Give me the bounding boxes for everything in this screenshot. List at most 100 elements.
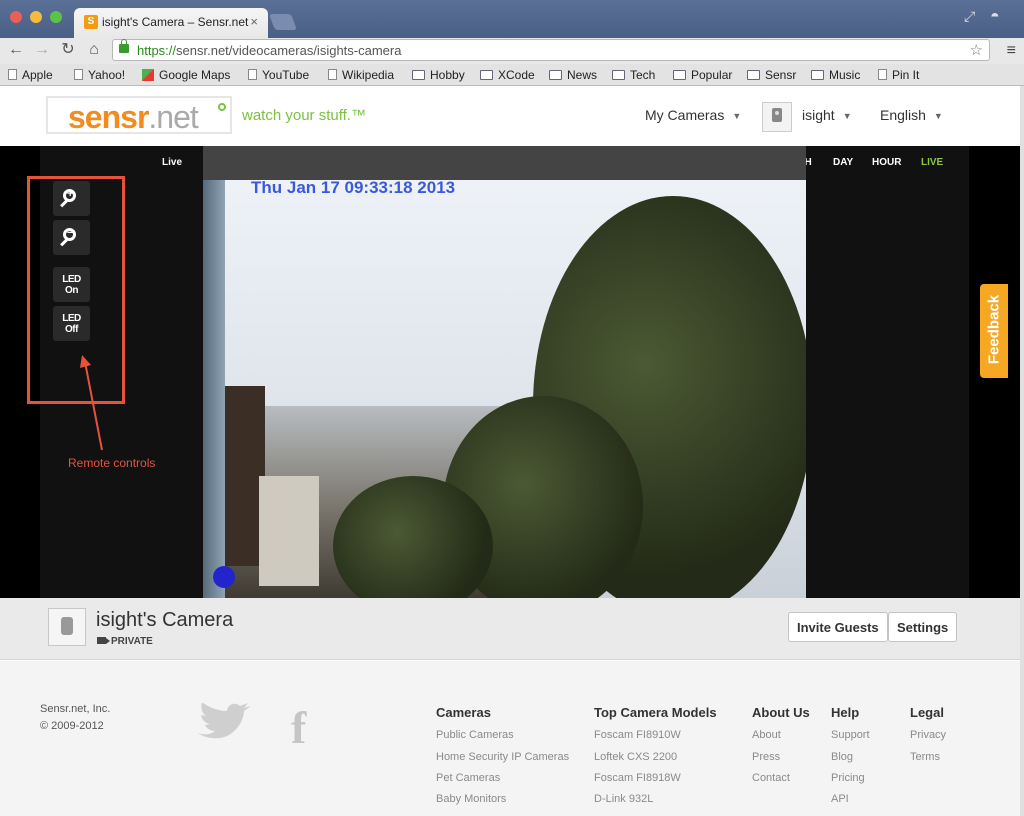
back-arrow-icon[interactable]: ← bbox=[6, 40, 26, 60]
footer-link[interactable]: Loftek CXS 2200 bbox=[594, 751, 677, 763]
my-cameras-menu[interactable]: My Cameras ▼ bbox=[645, 107, 741, 123]
live-indicator: Live bbox=[162, 157, 183, 168]
facebook-icon[interactable]: f bbox=[291, 701, 306, 754]
page-icon bbox=[878, 69, 887, 80]
reload-icon[interactable]: ↻ bbox=[58, 40, 78, 60]
invite-guests-button[interactable]: Invite Guests bbox=[788, 612, 888, 642]
logo-text: sensr.net bbox=[68, 99, 199, 135]
language-menu[interactable]: English ▼ bbox=[880, 107, 943, 123]
google-maps-icon bbox=[142, 69, 154, 81]
url-path: sensr.net/videocameras/isights-camera bbox=[176, 43, 402, 58]
feedback-label: Feedback bbox=[985, 294, 1003, 365]
footer-heading-legal: Legal bbox=[910, 705, 944, 720]
page-icon bbox=[8, 69, 17, 80]
webcam-icon bbox=[61, 617, 73, 635]
settings-button[interactable]: Settings bbox=[888, 612, 958, 642]
bookmark-folder-tech[interactable]: Tech bbox=[612, 68, 655, 82]
close-tab-icon[interactable]: × bbox=[250, 14, 258, 29]
range-live[interactable]: LIVE bbox=[921, 157, 943, 168]
sensr-logo[interactable]: sensr.net bbox=[46, 96, 232, 135]
footer-link[interactable]: Press bbox=[752, 751, 780, 763]
bookmark-google-maps[interactable]: Google Maps bbox=[142, 68, 230, 82]
feedback-tab[interactable]: Feedback bbox=[980, 284, 1008, 378]
browser-titlebar: S isight's Camera – Sensr.net × ⤢ ◓ bbox=[0, 0, 1024, 38]
site-header: sensr.net watch your stuff.™ My Cameras ▼… bbox=[0, 86, 1020, 146]
status-dot bbox=[213, 566, 235, 588]
logo-ring-icon bbox=[218, 103, 226, 111]
range-day[interactable]: DAY bbox=[833, 157, 853, 168]
footer-link[interactable]: Foscam FI8918W bbox=[594, 772, 681, 784]
incognito-icon: ◓ bbox=[990, 8, 1000, 25]
tab-title: isight's Camera – Sensr.net bbox=[102, 15, 249, 29]
minimize-window-button[interactable] bbox=[30, 11, 42, 23]
browser-tab[interactable]: S isight's Camera – Sensr.net × bbox=[74, 8, 268, 38]
right-panel bbox=[806, 146, 969, 598]
bookmark-folder-xcode[interactable]: XCode bbox=[480, 68, 535, 82]
bookmark-folder-sensr[interactable]: Sensr bbox=[747, 68, 796, 82]
page-icon bbox=[248, 69, 257, 80]
folder-icon bbox=[549, 70, 562, 80]
site-footer: Sensr.net, Inc. © 2009-2012 f Cameras Pu… bbox=[0, 661, 1020, 816]
url-scheme: https:// bbox=[137, 43, 177, 58]
annotation-box bbox=[27, 176, 125, 404]
footer-link[interactable]: Baby Monitors bbox=[436, 793, 506, 805]
forward-arrow-icon[interactable]: → bbox=[32, 40, 52, 60]
page-icon bbox=[328, 69, 337, 80]
annotation-label: Remote controls bbox=[68, 456, 156, 470]
bookmark-folder-popular[interactable]: Popular bbox=[673, 68, 732, 82]
camera-viewer: Live MONTH DAY HOUR LIVE Thu Jan 17 09:3… bbox=[0, 146, 1020, 598]
page-icon bbox=[74, 69, 83, 80]
footer-link[interactable]: About bbox=[752, 729, 781, 741]
footer-link[interactable]: Public Cameras bbox=[436, 729, 514, 741]
bookmark-pin-it[interactable]: Pin It bbox=[878, 68, 919, 82]
bookmark-folder-music[interactable]: Music bbox=[811, 68, 860, 82]
live-video-frame[interactable]: Thu Jan 17 09:33:18 2013 bbox=[203, 146, 806, 598]
footer-link[interactable]: Privacy bbox=[910, 729, 946, 741]
footer-link[interactable]: API bbox=[831, 793, 849, 805]
tagline: watch your stuff.™ bbox=[242, 107, 366, 124]
caret-down-icon: ▼ bbox=[732, 111, 742, 121]
avatar[interactable] bbox=[762, 102, 792, 132]
company-name: Sensr.net, Inc. bbox=[40, 703, 111, 715]
footer-heading-top-models: Top Camera Models bbox=[594, 705, 717, 720]
bookmark-folder-hobby[interactable]: Hobby bbox=[412, 68, 465, 82]
fullscreen-icon[interactable]: ⤢ bbox=[964, 8, 975, 25]
caret-down-icon: ▼ bbox=[933, 111, 943, 121]
home-icon[interactable]: ⌂ bbox=[84, 40, 104, 60]
close-window-button[interactable] bbox=[10, 11, 22, 23]
range-hour[interactable]: HOUR bbox=[872, 157, 901, 168]
footer-link[interactable]: Pricing bbox=[831, 772, 865, 784]
sensr-favicon-icon: S bbox=[84, 15, 98, 29]
bookmark-star-icon[interactable]: ☆ bbox=[970, 41, 983, 59]
folder-icon bbox=[612, 70, 625, 80]
bookmark-folder-news[interactable]: News bbox=[549, 68, 597, 82]
footer-heading-cameras: Cameras bbox=[436, 705, 491, 720]
address-bar[interactable]: https://sensr.net/videocameras/isights-c… bbox=[112, 39, 990, 61]
footer-link[interactable]: Blog bbox=[831, 751, 853, 763]
folder-icon bbox=[811, 70, 824, 80]
footer-link[interactable]: Pet Cameras bbox=[436, 772, 500, 784]
browser-toolbar: ← → ↻ ⌂ https://sensr.net/videocameras/i… bbox=[0, 38, 1024, 64]
footer-heading-about: About Us bbox=[752, 705, 810, 720]
footer-link[interactable]: Foscam FI8910W bbox=[594, 729, 681, 741]
folder-icon bbox=[673, 70, 686, 80]
bookmark-yahoo[interactable]: Yahoo! bbox=[74, 68, 125, 82]
browser-menu-icon[interactable]: ≡ bbox=[1007, 42, 1016, 60]
footer-link[interactable]: Contact bbox=[752, 772, 790, 784]
bookmark-youtube[interactable]: YouTube bbox=[248, 68, 309, 82]
footer-link[interactable]: D-Link 932L bbox=[594, 793, 653, 805]
bookmark-apple[interactable]: Apple bbox=[8, 68, 53, 82]
twitter-icon[interactable] bbox=[196, 703, 254, 745]
footer-link[interactable]: Terms bbox=[910, 751, 940, 763]
page-scrollbar[interactable] bbox=[1020, 86, 1024, 816]
folder-icon bbox=[412, 70, 425, 80]
user-menu[interactable]: isight ▼ bbox=[802, 107, 852, 123]
footer-link[interactable]: Home Security IP Cameras bbox=[436, 751, 569, 763]
folder-icon bbox=[480, 70, 493, 80]
bookmarks-bar: Apple Yahoo! Google Maps YouTube Wikiped… bbox=[0, 64, 1024, 86]
footer-link[interactable]: Support bbox=[831, 729, 870, 741]
folder-icon bbox=[747, 70, 760, 80]
new-tab-button[interactable] bbox=[269, 14, 297, 30]
zoom-window-button[interactable] bbox=[50, 11, 62, 23]
bookmark-wikipedia[interactable]: Wikipedia bbox=[328, 68, 394, 82]
